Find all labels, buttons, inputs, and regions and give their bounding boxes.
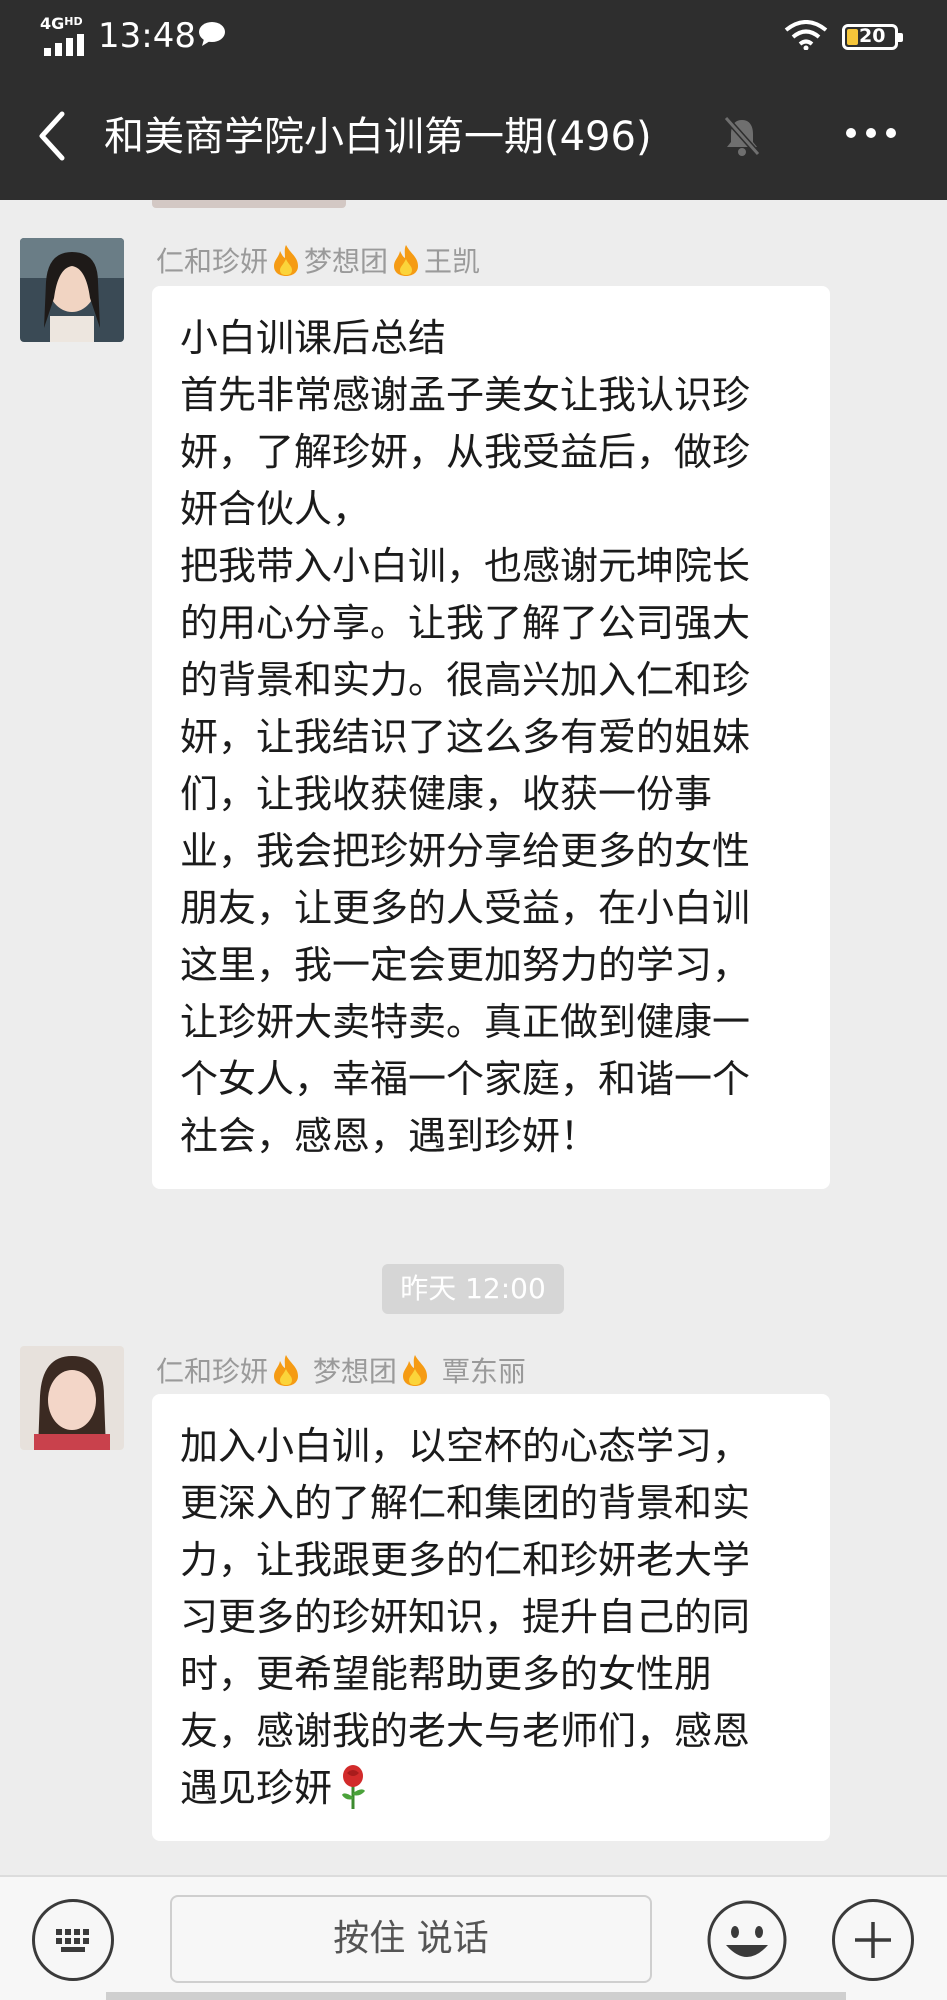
- sender-name: 仁和珍妍 梦想团 覃东丽: [156, 1350, 526, 1390]
- battery-indicator: 20: [842, 24, 903, 50]
- rose-icon: [342, 1765, 366, 1809]
- keyboard-icon[interactable]: [32, 1899, 114, 1981]
- message-line-last: 遇见珍妍: [180, 1760, 806, 1817]
- message-line: 朋友，让更多的人受益，在小白训: [180, 886, 751, 930]
- message-line: 遇见珍妍: [180, 1766, 333, 1810]
- message-line: 个女人，幸福一个家庭，和谐一个: [180, 1057, 751, 1101]
- top-bar: 4GHD 13:48 20 和美商学院小白训第一期(496): [0, 0, 947, 200]
- message-line: 让珍妍大卖特卖。真正做到健康一: [180, 1000, 751, 1044]
- message-line: 习更多的珍妍知识，提升自己的同: [180, 1595, 751, 1639]
- chat-header: 和美商学院小白训第一期(496): [0, 84, 947, 188]
- avatar-photo: [20, 238, 124, 342]
- message-line: 妍，让我结识了这么多有爱的姐妹: [180, 715, 751, 759]
- message-line: 更深入的了解仁和集团的背景和实: [180, 1481, 751, 1525]
- input-bar: 按住 说话: [0, 1875, 947, 2000]
- sender-team: 梦想团: [312, 1355, 397, 1388]
- status-time: 13:48: [98, 16, 196, 56]
- plus-icon[interactable]: [832, 1899, 914, 1981]
- emoji-face-icon[interactable]: [706, 1899, 788, 1981]
- avatar[interactable]: [20, 1346, 124, 1450]
- avatar-photo: [20, 1346, 124, 1450]
- chat-title: 和美商学院小白训第一期(496): [104, 114, 652, 160]
- network-sub-label: HD: [64, 15, 83, 28]
- message-notification-icon: [199, 22, 225, 46]
- flame-icon: [274, 245, 299, 276]
- flame-icon: [274, 1355, 299, 1386]
- sender-person: 覃东丽: [441, 1355, 526, 1388]
- message-line: 力，让我跟更多的仁和珍妍老大学: [180, 1538, 751, 1582]
- sender-group: 仁和珍妍: [156, 1355, 269, 1388]
- plus-glyph: [855, 1922, 891, 1958]
- battery-level: 20: [859, 25, 886, 47]
- message-line: 把我带入小白训，也感谢元坤院长: [180, 544, 751, 588]
- battery-fill: [847, 29, 858, 45]
- message-line: 这里，我一定会更加努力的学习，: [180, 943, 751, 987]
- flame-icon: [402, 1355, 427, 1386]
- mute-bell-icon: [723, 116, 761, 156]
- message-line: 时，更希望能帮助更多的女性朋: [180, 1652, 713, 1696]
- message-line: 社会，感恩，遇到珍妍！: [180, 1114, 599, 1158]
- message-line: 小白训课后总结: [180, 316, 447, 360]
- sender-person: 王凯: [424, 245, 481, 278]
- message-line: 的背景和实力。很高兴加入仁和珍: [180, 658, 751, 702]
- sender-name: 仁和珍妍 梦想团 王凯: [156, 240, 480, 280]
- bottom-edge: [106, 1992, 846, 2000]
- message-line: 们，让我收获健康，收获一份事: [180, 772, 713, 816]
- network-label: 4G: [40, 14, 65, 33]
- message-line: 业，我会把珍妍分享给更多的女性: [180, 829, 751, 873]
- back-arrow-icon[interactable]: [34, 110, 74, 162]
- sender-team: 梦想团: [304, 245, 389, 278]
- message-line: 的用心分享。让我了解了公司强大: [180, 601, 751, 645]
- message-line: 友，感谢我的老大与老师们，感恩: [180, 1709, 751, 1753]
- sender-group: 仁和珍妍: [156, 245, 269, 278]
- network-indicator: 4GHD: [40, 14, 84, 56]
- more-dots-icon[interactable]: [846, 128, 896, 142]
- hold-to-talk-button[interactable]: 按住 说话: [170, 1895, 652, 1983]
- avatar[interactable]: [20, 238, 124, 342]
- message-bubble[interactable]: 加入小白训，以空杯的心态学习， 更深入的了解仁和集团的背景和实 力，让我跟更多的…: [152, 1394, 830, 1841]
- previous-image-message[interactable]: [152, 200, 346, 208]
- wifi-icon: [784, 20, 828, 50]
- message-line: 妍合伙人，: [180, 487, 371, 531]
- keyboard-glyph: [56, 1929, 89, 1952]
- message-bubble[interactable]: 小白训课后总结 首先非常感谢孟子美女让我认识珍 妍，了解珍妍，从我受益后，做珍 …: [152, 286, 830, 1189]
- signal-bars-icon: [44, 34, 88, 56]
- message-line: 首先非常感谢孟子美女让我认识珍: [180, 373, 751, 417]
- status-bar: 4GHD 13:48 20: [0, 0, 947, 72]
- timestamp-divider: 昨天 12:00: [382, 1264, 564, 1314]
- message-line: 妍，了解珍妍，从我受益后，做珍: [180, 430, 751, 474]
- message-line: 加入小白训，以空杯的心态学习，: [180, 1424, 751, 1468]
- flame-icon: [394, 245, 419, 276]
